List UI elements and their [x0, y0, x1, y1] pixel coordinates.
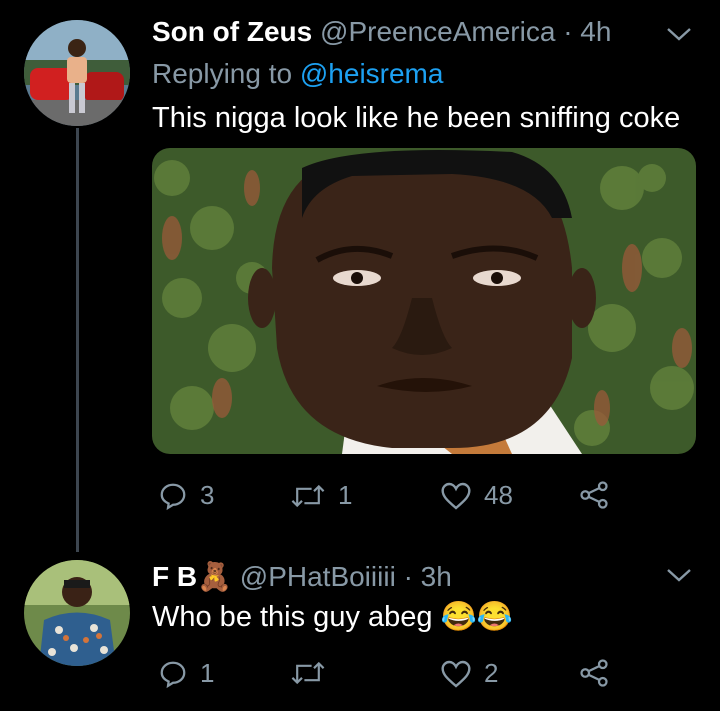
name-emoji: 🧸: [197, 561, 232, 592]
avatar[interactable]: [24, 20, 130, 126]
display-name[interactable]: Son of Zeus: [152, 16, 312, 47]
like-count: 2: [484, 658, 499, 688]
user-handle[interactable]: @PHatBoiiiii: [240, 561, 396, 592]
like-button[interactable]: 48: [440, 480, 513, 511]
like-icon: [441, 660, 471, 688]
reply-count: 3: [200, 480, 215, 510]
chevron-down-icon[interactable]: [666, 567, 692, 583]
retweet-icon: [291, 484, 325, 507]
replying-to-label: Replying to: [152, 58, 293, 89]
tweet-text: Who be this guy abeg 😂😂: [152, 600, 513, 634]
timestamp[interactable]: · 4h: [563, 16, 611, 47]
share-icon: [580, 659, 608, 687]
retweet-count: 1: [338, 480, 353, 510]
like-button[interactable]: 2: [440, 658, 498, 689]
reply-count: 1: [200, 658, 215, 688]
retweet-button[interactable]: 1: [290, 480, 352, 511]
reply-button[interactable]: 1: [158, 658, 214, 689]
tweet-header: F B🧸 @PHatBoiiiii · 3h: [152, 560, 452, 593]
like-count: 48: [484, 480, 513, 510]
share-icon: [580, 481, 608, 509]
tweet-image[interactable]: [152, 148, 696, 454]
thread-line: [76, 128, 79, 552]
tweet-text: This nigga look like he been sniffing co…: [152, 102, 681, 134]
reply-icon: [160, 661, 186, 688]
tweet-header: Son of Zeus @PreenceAmerica · 4h: [152, 16, 611, 48]
share-button[interactable]: [578, 480, 610, 510]
mention-link[interactable]: @heisrema: [300, 58, 444, 89]
replying-to: Replying to @heisrema: [152, 58, 443, 90]
like-icon: [441, 482, 471, 510]
tweet-text-body: Who be this guy abeg: [152, 601, 433, 633]
avatar[interactable]: [24, 560, 130, 666]
timestamp[interactable]: · 3h: [404, 561, 452, 592]
chevron-down-icon[interactable]: [666, 26, 692, 42]
display-name[interactable]: F B: [152, 561, 197, 592]
retweet-icon: [291, 661, 325, 685]
tweet-text-emoji: 😂😂: [440, 601, 513, 633]
user-handle[interactable]: @PreenceAmerica: [320, 16, 555, 47]
share-button[interactable]: [578, 658, 610, 688]
reply-button[interactable]: 3: [158, 480, 214, 511]
reply-icon: [160, 483, 186, 510]
retweet-button[interactable]: [290, 658, 326, 688]
